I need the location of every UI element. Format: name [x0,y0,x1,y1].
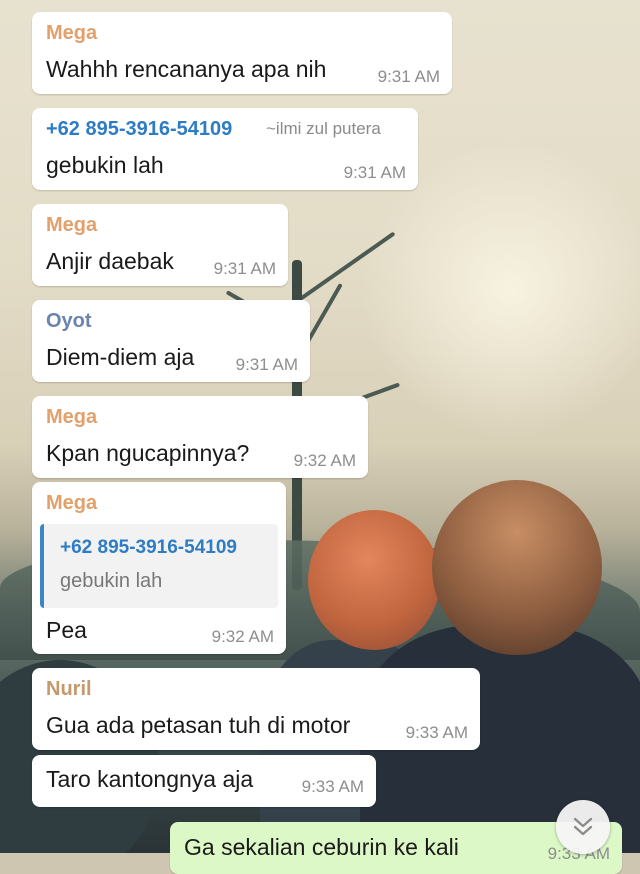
message-bubble[interactable]: Oyot Diem-diem aja 9:31 AM [32,300,310,382]
message-sender[interactable]: Mega [46,214,97,237]
message-text: Ga sekalian ceburin ke kali [184,834,459,860]
message-bubble[interactable]: +62 895-3916-54109 ~ilmi zul putera gebu… [32,108,418,190]
message-text: Gua ada petasan tuh di motor [46,712,351,738]
quoted-message[interactable]: +62 895-3916-54109 gebukin lah [40,524,278,608]
message-text: Kpan ngucapinnya? [46,440,250,466]
message-time: 9:33 AM [405,723,468,742]
scroll-to-bottom-button[interactable] [556,800,610,854]
message-sender[interactable]: Oyot [46,310,92,333]
message-text: Taro kantongnya aja [46,766,254,792]
message-list[interactable]: Mega Wahhh rencananya apa nih 9:31 AM +6… [0,0,640,874]
message-bubble[interactable]: Nuril Gua ada petasan tuh di motor 9:33 … [32,668,480,750]
message-bubble[interactable]: Mega +62 895-3916-54109 gebukin lah Pea … [32,482,286,654]
message-sender[interactable]: Mega [46,406,97,429]
message-bubble[interactable]: Mega Anjir daebak 9:31 AM [32,204,288,286]
message-text: Diem-diem aja [46,344,195,370]
quoted-sender: +62 895-3916-54109 [60,537,237,558]
message-time: 9:31 AM [343,163,406,182]
message-bubble[interactable]: Mega Wahhh rencananya apa nih 9:31 AM [32,12,452,94]
message-text: Wahhh rencananya apa nih [46,56,327,82]
message-time: 9:32 AM [211,627,274,646]
quoted-text: gebukin lah [60,570,163,592]
message-text: Pea [46,617,87,643]
message-time: 9:32 AM [293,451,356,470]
message-time: 9:31 AM [213,259,276,278]
message-bubble[interactable]: Taro kantongnya aja 9:33 AM [32,755,376,807]
message-sender-name: ~ilmi zul putera [266,119,381,138]
message-text: Anjir daebak [46,248,174,274]
message-sender[interactable]: Nuril [46,678,92,701]
message-text: gebukin lah [46,152,164,178]
message-sender[interactable]: Mega [46,22,97,45]
message-time: 9:31 AM [235,355,298,374]
message-sender[interactable]: Mega [46,492,97,515]
message-bubble[interactable]: Mega Kpan ngucapinnya? 9:32 AM [32,396,368,478]
message-time: 9:33 AM [301,777,364,796]
message-time: 9:31 AM [377,67,440,86]
outgoing-message-bubble[interactable]: Ga sekalian ceburin ke kali 9:33 AM [170,822,622,874]
message-sender[interactable]: +62 895-3916-54109 [46,118,232,141]
double-chevron-down-icon [573,817,593,836]
